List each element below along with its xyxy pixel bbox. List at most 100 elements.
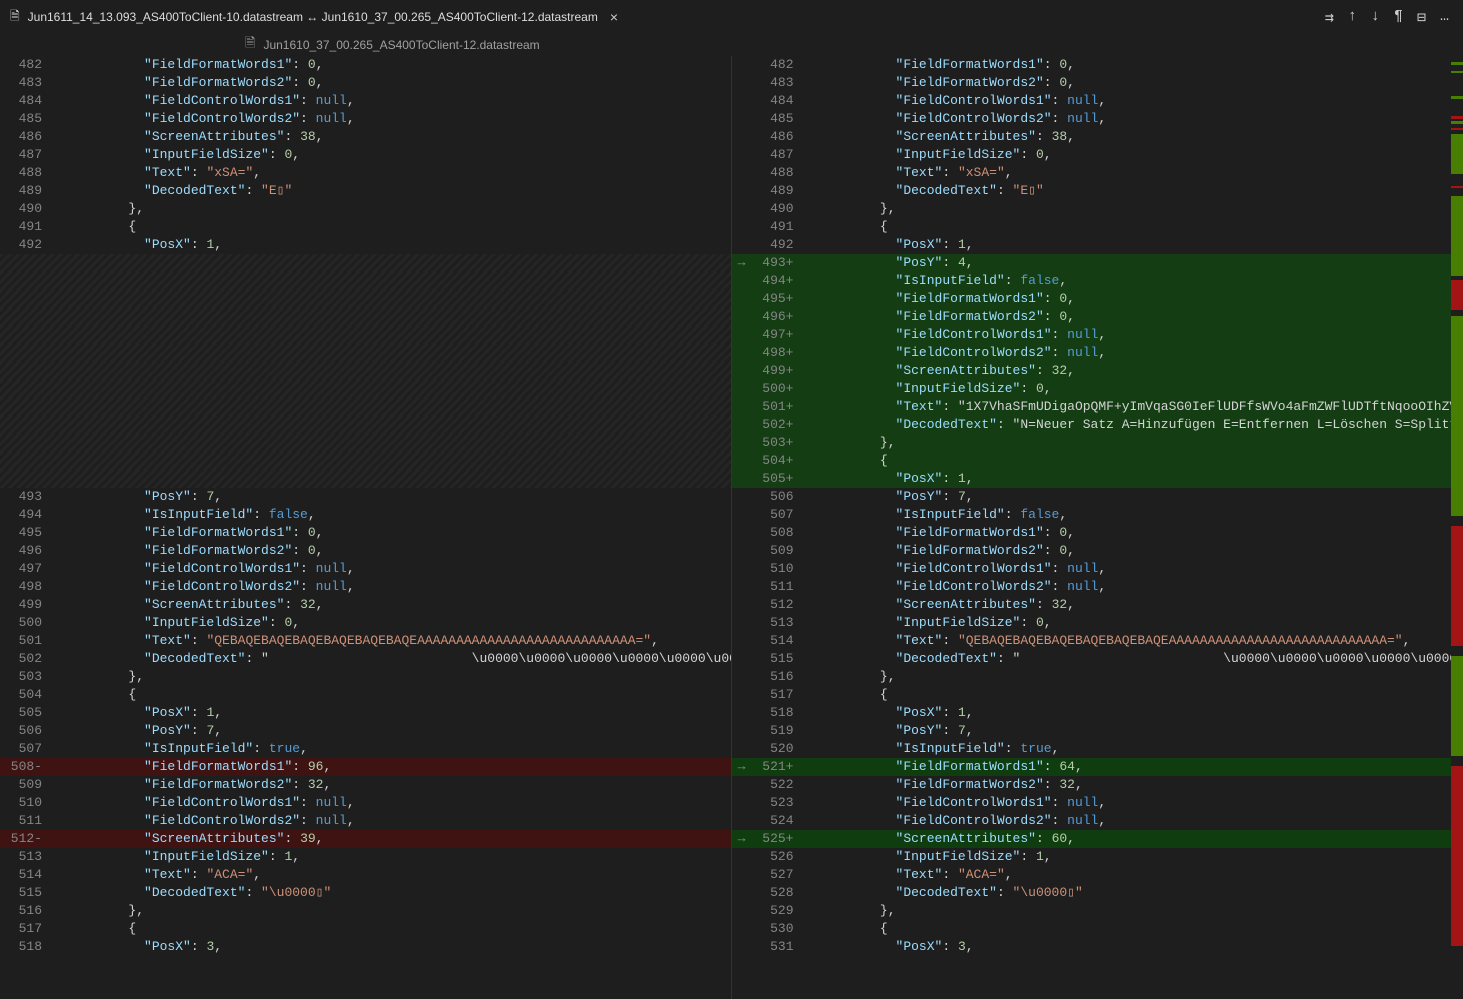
code-line[interactable]: 514 "Text": "QEBAQEBAQEBAQEBAQEBAQEBAQEA… [732, 632, 1463, 650]
code-line[interactable]: 510 "FieldControlWords1": null, [732, 560, 1463, 578]
code-line[interactable]: 517 { [732, 686, 1463, 704]
code-line[interactable]: 508 "FieldFormatWords1": 0, [732, 524, 1463, 542]
code-line[interactable]: 513 "InputFieldSize": 0, [732, 614, 1463, 632]
code-line[interactable]: 490 }, [0, 200, 732, 218]
code-line[interactable]: 506 "PosY": 7, [732, 488, 1463, 506]
overview-mark[interactable] [1451, 121, 1463, 124]
code-line[interactable] [0, 452, 732, 470]
code-line[interactable]: 505+ "PosX": 1, [732, 470, 1463, 488]
overview-mark[interactable] [1451, 656, 1463, 756]
code-line[interactable]: 506 "PosY": 7, [0, 722, 732, 740]
code-line[interactable]: 524 "FieldControlWords2": null, [732, 812, 1463, 830]
code-line[interactable]: 502+ "DecodedText": "N=Neuer Satz A=Hinz… [732, 416, 1463, 434]
code-line[interactable]: 494 "IsInputField": false, [0, 506, 732, 524]
code-line[interactable]: 505 "PosX": 1, [0, 704, 732, 722]
code-line[interactable]: 511 "FieldControlWords2": null, [0, 812, 732, 830]
code-line[interactable]: 518 "PosX": 1, [732, 704, 1463, 722]
code-line[interactable]: 498+ "FieldControlWords2": null, [732, 344, 1463, 362]
code-line[interactable]: →521+ "FieldFormatWords1": 64, [732, 758, 1463, 776]
overview-mark[interactable] [1451, 280, 1463, 310]
code-line[interactable]: 522 "FieldFormatWords2": 32, [732, 776, 1463, 794]
code-line[interactable]: 529 }, [732, 902, 1463, 920]
overview-ruler[interactable] [1451, 56, 1463, 999]
code-line[interactable]: 523 "FieldControlWords1": null, [732, 794, 1463, 812]
code-line[interactable]: 486 "ScreenAttributes": 38, [0, 128, 732, 146]
code-line[interactable]: 514 "Text": "ACA=", [0, 866, 732, 884]
code-line[interactable]: 495 "FieldFormatWords1": 0, [0, 524, 732, 542]
code-line[interactable]: 483 "FieldFormatWords2": 0, [0, 74, 732, 92]
code-line[interactable]: 499+ "ScreenAttributes": 32, [732, 362, 1463, 380]
code-line[interactable]: 485 "FieldControlWords2": null, [732, 110, 1463, 128]
diff-pane-right[interactable]: 482 "FieldFormatWords1": 0,483 "FieldFor… [732, 56, 1463, 999]
code-line[interactable]: 497 "FieldControlWords1": null, [0, 560, 732, 578]
code-line[interactable] [0, 254, 732, 272]
code-line[interactable]: 498 "FieldControlWords2": null, [0, 578, 732, 596]
code-line[interactable]: 526 "InputFieldSize": 1, [732, 848, 1463, 866]
code-line[interactable]: 511 "FieldControlWords2": null, [732, 578, 1463, 596]
code-line[interactable] [0, 344, 732, 362]
code-line[interactable]: 500+ "InputFieldSize": 0, [732, 380, 1463, 398]
overview-mark[interactable] [1451, 316, 1463, 516]
code-line[interactable]: 489 "DecodedText": "E▯" [732, 182, 1463, 200]
code-line[interactable] [0, 272, 732, 290]
breadcrumb[interactable]: 🗎 Jun1610_37_00.265_AS400ToClient-12.dat… [0, 34, 1463, 56]
overview-mark[interactable] [1451, 116, 1463, 119]
code-line[interactable] [0, 308, 732, 326]
collapse-icon[interactable]: ⊟ [1417, 8, 1426, 27]
code-line[interactable]: 516 }, [0, 902, 732, 920]
code-line[interactable]: 504 { [0, 686, 732, 704]
overview-mark[interactable] [1451, 196, 1463, 276]
code-line[interactable]: 508- "FieldFormatWords1": 96, [0, 758, 732, 776]
code-line[interactable]: 513 "InputFieldSize": 1, [0, 848, 732, 866]
code-line[interactable]: 490 }, [732, 200, 1463, 218]
code-left[interactable]: 482 "FieldFormatWords1": 0,483 "FieldFor… [0, 56, 732, 999]
overview-mark[interactable] [1451, 96, 1463, 99]
code-line[interactable]: 500 "InputFieldSize": 0, [0, 614, 732, 632]
code-line[interactable]: 504+ { [732, 452, 1463, 470]
code-line[interactable]: 509 "FieldFormatWords2": 32, [0, 776, 732, 794]
code-line[interactable] [0, 362, 732, 380]
code-line[interactable]: 489 "DecodedText": "E▯" [0, 182, 732, 200]
code-line[interactable]: 515 "DecodedText": "\u0000▯" [0, 884, 732, 902]
code-line[interactable]: 496+ "FieldFormatWords2": 0, [732, 308, 1463, 326]
close-icon[interactable]: × [606, 9, 622, 25]
code-line[interactable]: 482 "FieldFormatWords1": 0, [0, 56, 732, 74]
code-line[interactable]: 501 "Text": "QEBAQEBAQEBAQEBAQEBAQEBAQEA… [0, 632, 732, 650]
code-line[interactable]: 488 "Text": "xSA=", [0, 164, 732, 182]
code-line[interactable] [0, 290, 732, 308]
code-line[interactable]: 488 "Text": "xSA=", [732, 164, 1463, 182]
code-line[interactable]: 501+ "Text": "1X7VhaSFmUDigaOpQMF+yImVqa… [732, 398, 1463, 416]
code-line[interactable]: 495+ "FieldFormatWords1": 0, [732, 290, 1463, 308]
code-line[interactable] [0, 434, 732, 452]
prev-diff-icon[interactable]: ↑ [1348, 8, 1357, 27]
code-line[interactable]: 484 "FieldControlWords1": null, [0, 92, 732, 110]
overview-mark[interactable] [1451, 71, 1463, 73]
code-line[interactable]: 487 "InputFieldSize": 0, [732, 146, 1463, 164]
whitespace-icon[interactable]: ¶ [1394, 8, 1403, 27]
code-line[interactable]: 509 "FieldFormatWords2": 0, [732, 542, 1463, 560]
next-diff-icon[interactable]: ↓ [1371, 8, 1380, 27]
code-line[interactable]: 507 "IsInputField": true, [0, 740, 732, 758]
overview-mark[interactable] [1451, 766, 1463, 946]
code-line[interactable] [0, 398, 732, 416]
overview-mark[interactable] [1451, 134, 1463, 174]
code-line[interactable] [0, 470, 732, 488]
overview-mark[interactable] [1451, 186, 1463, 188]
code-line[interactable]: 502 "DecodedText": " \u0000\u0000\u0000\… [0, 650, 732, 668]
code-line[interactable]: 482 "FieldFormatWords1": 0, [732, 56, 1463, 74]
overview-mark[interactable] [1451, 128, 1463, 130]
code-line[interactable]: 519 "PosY": 7, [732, 722, 1463, 740]
more-icon[interactable]: … [1440, 8, 1449, 27]
overview-mark[interactable] [1451, 526, 1463, 646]
code-line[interactable]: 491 { [732, 218, 1463, 236]
code-line[interactable]: 486 "ScreenAttributes": 38, [732, 128, 1463, 146]
code-line[interactable]: 531 "PosX": 3, [732, 938, 1463, 956]
code-line[interactable]: 494+ "IsInputField": false, [732, 272, 1463, 290]
editor-tab[interactable]: 🗎 Jun1611_14_13.093_AS400ToClient-10.dat… [0, 0, 632, 34]
code-line[interactable]: 512- "ScreenAttributes": 39, [0, 830, 732, 848]
code-line[interactable] [0, 380, 732, 398]
code-line[interactable]: 520 "IsInputField": true, [732, 740, 1463, 758]
overview-mark[interactable] [1451, 62, 1463, 65]
code-line[interactable]: 492 "PosX": 1, [0, 236, 732, 254]
revert-arrow-icon[interactable]: → [732, 758, 752, 776]
